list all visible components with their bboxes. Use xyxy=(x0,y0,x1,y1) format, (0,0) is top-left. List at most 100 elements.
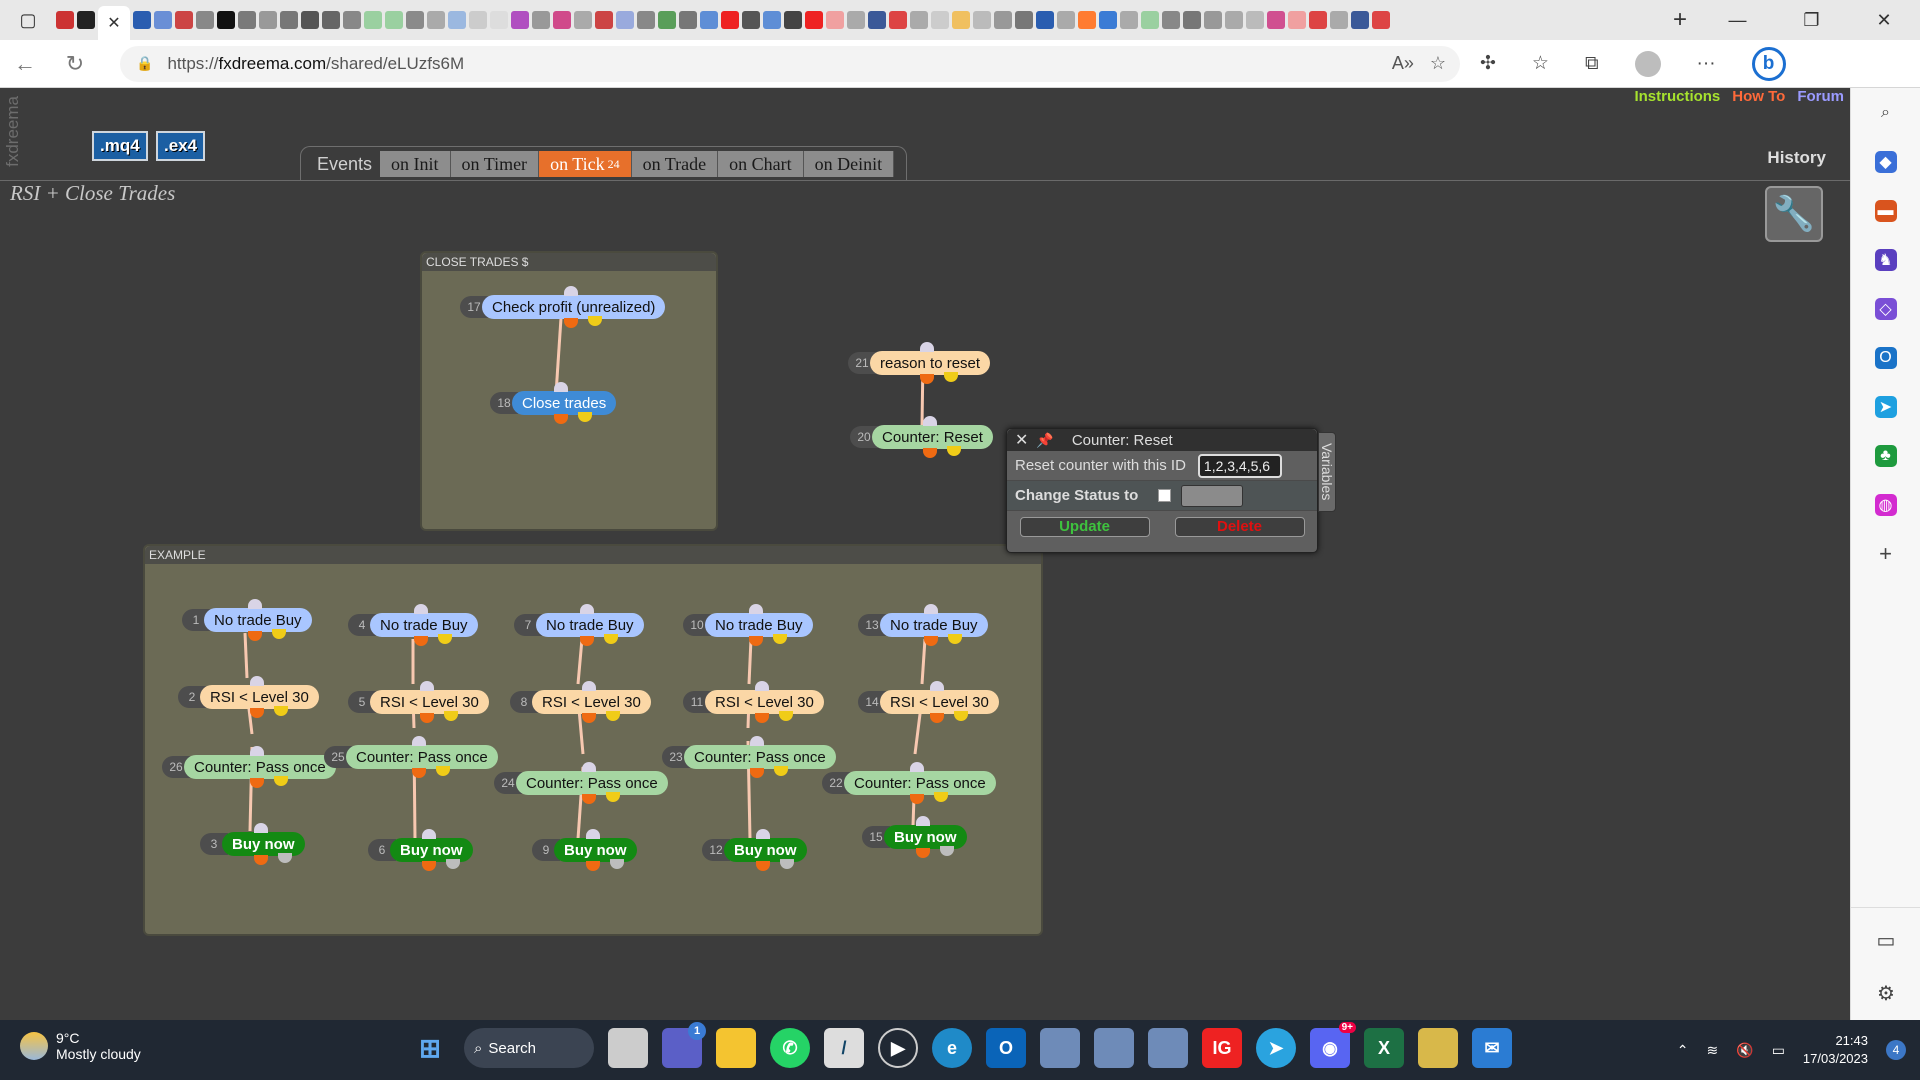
add-favorite-icon[interactable]: ☆ xyxy=(1430,53,1446,74)
tab-favicon-icon[interactable] xyxy=(133,11,151,29)
tab-favicon-icon[interactable] xyxy=(1372,11,1390,29)
input-connector[interactable] xyxy=(422,829,436,839)
tab-favicon-icon[interactable] xyxy=(175,11,193,29)
tab-favicon-icon[interactable] xyxy=(1036,11,1054,29)
tab-favicon-icon[interactable] xyxy=(763,11,781,29)
profile-avatar[interactable] xyxy=(1634,50,1661,77)
input-connector[interactable] xyxy=(412,736,426,746)
tab-favicon-icon[interactable] xyxy=(1183,11,1201,29)
tab-favicon-icon[interactable] xyxy=(847,11,865,29)
tab-favicon-icon[interactable] xyxy=(427,11,445,29)
history-button[interactable]: History xyxy=(1767,148,1826,168)
ex4-button[interactable]: .ex4 xyxy=(156,131,206,161)
input-connector[interactable] xyxy=(250,676,264,686)
app-icon[interactable] xyxy=(1418,1028,1458,1068)
media-player-icon[interactable]: ▶ xyxy=(878,1028,918,1068)
telegram-icon[interactable]: ➤ xyxy=(1256,1028,1296,1068)
office-icon[interactable]: ◇ xyxy=(1874,298,1897,320)
tab-favicon-icon[interactable] xyxy=(1057,11,1075,29)
tab-favicon-icon[interactable] xyxy=(238,11,256,29)
tab-favicon-icon[interactable] xyxy=(154,11,172,29)
forum-link[interactable]: Forum xyxy=(1797,88,1844,105)
tab-favicon-icon[interactable] xyxy=(1225,11,1243,29)
tab-favicon-icon[interactable] xyxy=(406,11,424,29)
tab-favicon-icon[interactable] xyxy=(889,11,907,29)
input-connector[interactable] xyxy=(924,604,938,614)
tab-favicon-icon[interactable] xyxy=(658,11,676,29)
bing-icon[interactable]: b xyxy=(1751,46,1786,81)
flow-block-5[interactable]: 5 RSI < Level 30 xyxy=(348,689,489,715)
outlook-taskbar-icon[interactable]: O xyxy=(986,1028,1026,1068)
whatsapp-icon[interactable]: ✆ xyxy=(770,1028,810,1068)
games-icon[interactable]: ♞ xyxy=(1874,249,1897,271)
file-explorer-icon[interactable] xyxy=(716,1028,756,1068)
tab-on-deinit[interactable]: on Deinit xyxy=(803,151,895,177)
tab-favicon-icon[interactable] xyxy=(1288,11,1306,29)
tab-favicon-icon[interactable] xyxy=(994,11,1012,29)
delete-button[interactable]: Delete xyxy=(1174,517,1305,537)
tab-actions-icon[interactable]: ▢ xyxy=(0,0,56,40)
tab-favicon-icon[interactable] xyxy=(616,11,634,29)
collections-icon[interactable]: ⧉ xyxy=(1585,53,1599,75)
tab-favicon-icon[interactable] xyxy=(56,11,74,29)
flow-block-4[interactable]: 4 No trade Buy xyxy=(348,612,478,638)
tab-favicon-icon[interactable] xyxy=(952,11,970,29)
active-tab-close-icon[interactable]: ✕ xyxy=(98,6,130,40)
tab-favicon-icon[interactable] xyxy=(1162,11,1180,29)
input-connector[interactable] xyxy=(749,604,763,614)
tab-favicon-icon[interactable] xyxy=(280,11,298,29)
tab-favicon-icon[interactable] xyxy=(1141,11,1159,29)
input-connector[interactable] xyxy=(554,382,568,392)
favorites-icon[interactable]: ☆ xyxy=(1532,52,1549,75)
flow-block-22[interactable]: 22 Counter: Pass once xyxy=(822,770,996,796)
tab-favicon-icon[interactable] xyxy=(574,11,592,29)
tab-favicon-icon[interactable] xyxy=(1204,11,1222,29)
tab-favicon-icon[interactable] xyxy=(1078,11,1096,29)
input-connector[interactable] xyxy=(920,342,934,352)
output-connector-yellow[interactable] xyxy=(947,446,961,456)
tab-favicon-icon[interactable] xyxy=(931,11,949,29)
tab-favicon-icon[interactable] xyxy=(490,11,508,29)
instructions-link[interactable]: Instructions xyxy=(1634,88,1720,105)
flow-block-7[interactable]: 7 No trade Buy xyxy=(514,612,644,638)
tab-on-tick[interactable]: on Tick 24 xyxy=(539,151,632,177)
input-connector[interactable] xyxy=(420,681,434,691)
taskbar-search[interactable]: ⌕ Search xyxy=(464,1028,594,1068)
ig-icon[interactable]: IG xyxy=(1202,1028,1242,1068)
tab-favicon-icon[interactable] xyxy=(343,11,361,29)
input-connector[interactable] xyxy=(564,286,578,296)
refresh-icon[interactable]: ↻ xyxy=(50,51,100,77)
input-connector[interactable] xyxy=(755,681,769,691)
task-view-icon[interactable] xyxy=(608,1028,648,1068)
input-connector[interactable] xyxy=(586,829,600,839)
tab-favicon-icon[interactable] xyxy=(1120,11,1138,29)
tab-favicon-icon[interactable] xyxy=(805,11,823,29)
weather-widget[interactable]: 9°C Mostly cloudy xyxy=(20,1030,141,1062)
tab-favicon-icon[interactable] xyxy=(553,11,571,29)
back-icon[interactable]: ← xyxy=(0,51,50,77)
restore-icon[interactable]: ❐ xyxy=(1803,10,1819,31)
wifi-icon[interactable]: ≋ xyxy=(1707,1042,1719,1059)
tab-favicon-icon[interactable] xyxy=(1309,11,1327,29)
hide-sidebar-icon[interactable]: ▭ xyxy=(1877,928,1896,953)
network-app-icon[interactable] xyxy=(1094,1028,1134,1068)
lock-icon[interactable]: 🔒 xyxy=(136,55,153,72)
chevron-up-icon[interactable]: ⌃ xyxy=(1677,1042,1689,1059)
teams-icon[interactable]: 1 xyxy=(662,1022,706,1068)
tab-favicon-icon[interactable] xyxy=(784,11,802,29)
tab-favicon-icon[interactable] xyxy=(868,11,886,29)
mail-icon[interactable]: ✉ xyxy=(1472,1028,1512,1068)
tab-favicon-icon[interactable] xyxy=(910,11,928,29)
tab-favicon-icon[interactable] xyxy=(364,11,382,29)
flow-block-24[interactable]: 24 Counter: Pass once xyxy=(494,770,668,796)
shopping-tag-icon[interactable]: ◆ xyxy=(1874,151,1897,173)
send-icon[interactable]: ➤ xyxy=(1874,396,1897,418)
output-connector-orange[interactable] xyxy=(923,448,937,458)
tab-favicon-icon[interactable] xyxy=(448,11,466,29)
tab-favicon-icon[interactable] xyxy=(679,11,697,29)
close-popup-icon[interactable]: ✕ xyxy=(1015,430,1028,450)
close-window-icon[interactable]: ✕ xyxy=(1876,10,1891,31)
discord-icon[interactable]: ◉ 9+ xyxy=(1310,1022,1356,1068)
flow-block-13[interactable]: 13 No trade Buy xyxy=(858,612,988,638)
update-button[interactable]: Update xyxy=(1019,517,1150,537)
